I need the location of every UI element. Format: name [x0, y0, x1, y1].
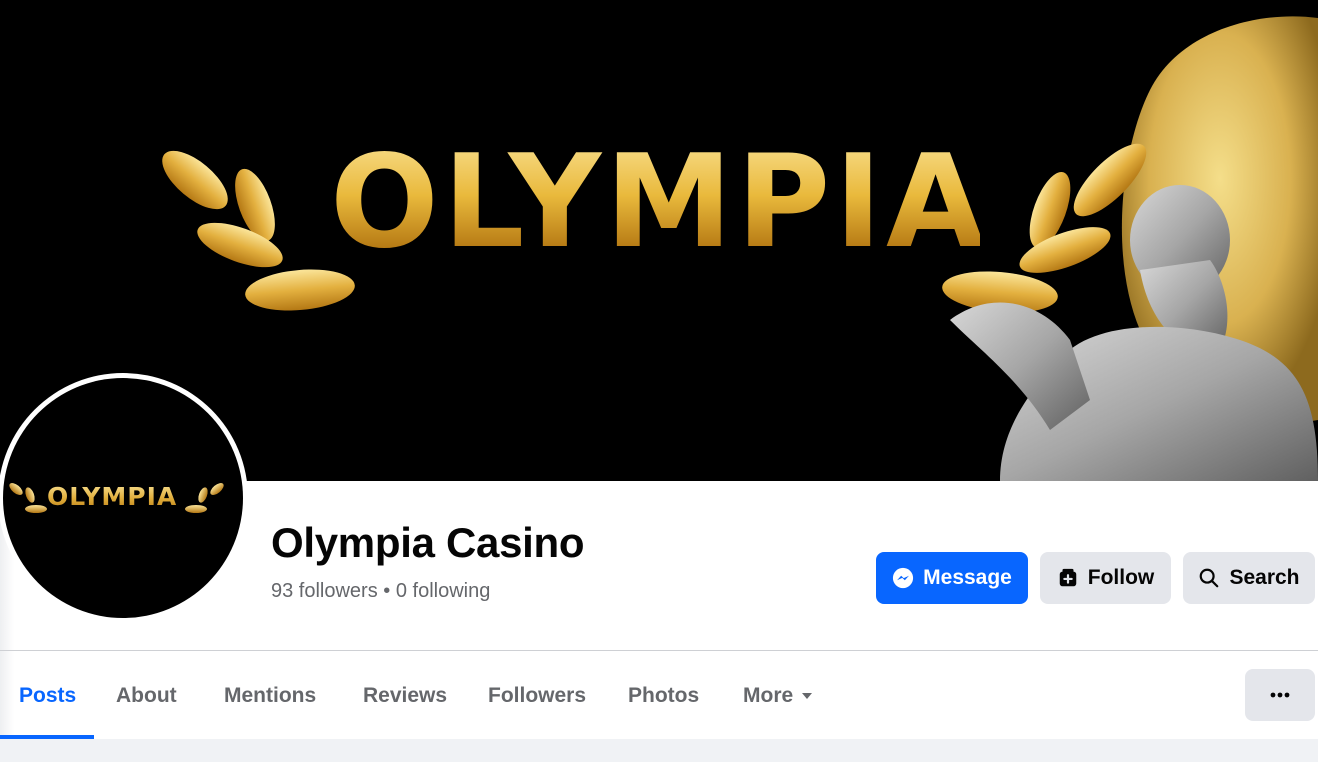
tab-reviews[interactable]: Reviews — [363, 651, 447, 739]
more-dots-icon — [1270, 692, 1290, 698]
tab-about[interactable]: About — [116, 651, 177, 739]
tab-mentions[interactable]: Mentions — [224, 651, 316, 739]
page-title: Olympia Casino — [271, 519, 585, 566]
avatar-wordmark: OLYMPIA — [47, 482, 178, 511]
message-label: Message — [923, 566, 1012, 589]
content-background — [0, 739, 1318, 762]
message-button[interactable]: Message — [876, 552, 1028, 604]
search-label: Search — [1229, 566, 1300, 589]
tab-followers[interactable]: Followers — [488, 651, 586, 739]
caret-down-icon — [802, 693, 813, 700]
follow-button[interactable]: Follow — [1040, 552, 1171, 604]
followers-link[interactable]: 93 followers — [271, 580, 378, 602]
search-button[interactable]: Search — [1183, 552, 1315, 604]
following-link[interactable]: 0 following — [396, 580, 491, 602]
search-icon — [1200, 568, 1219, 588]
stats-separator: • — [383, 580, 391, 602]
cover-wordmark: OLYMPIA — [330, 128, 989, 277]
tab-posts[interactable]: Posts — [19, 651, 76, 739]
tab-more[interactable]: More — [743, 651, 813, 739]
follow-icon — [1059, 568, 1076, 587]
follow-stats: 93 followers • 0 following — [271, 578, 490, 604]
profile-tabs: Posts About Mentions Reviews Followers P… — [0, 651, 1318, 739]
tab-more-label: More — [743, 684, 794, 707]
follow-label: Follow — [1087, 566, 1155, 589]
avatar-image: OLYMPIA — [3, 378, 243, 618]
messenger-icon — [893, 567, 914, 589]
profile-avatar[interactable]: OLYMPIA — [0, 373, 248, 623]
tab-photos[interactable]: Photos — [628, 651, 699, 739]
more-options-button[interactable] — [1245, 669, 1315, 721]
